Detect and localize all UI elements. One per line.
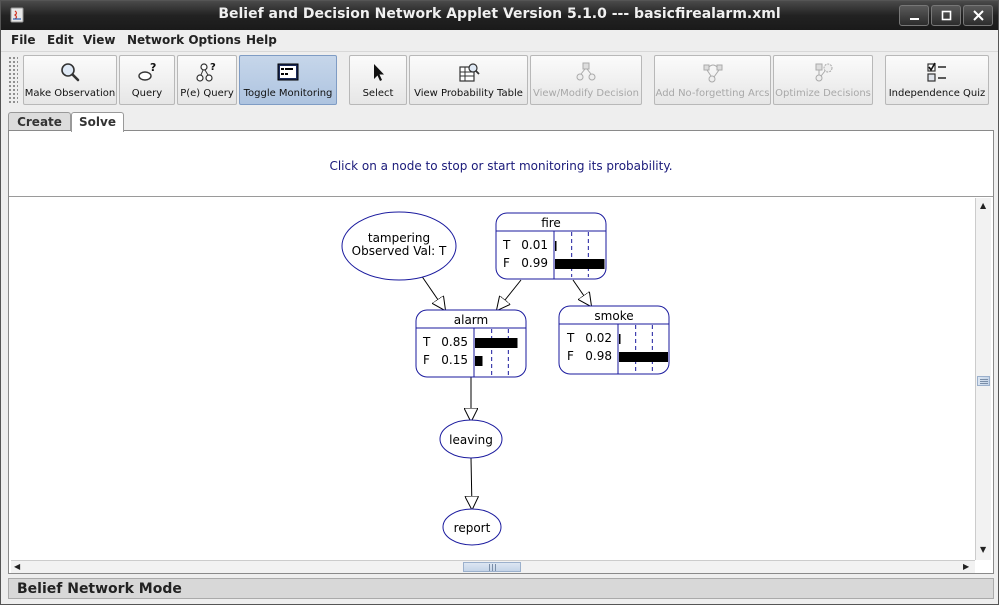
svg-text:?: ? xyxy=(150,61,156,74)
view-modify-decision-button[interactable]: View/Modify Decision xyxy=(530,55,642,105)
node-report[interactable]: report xyxy=(442,508,502,546)
add-noforgetting-arcs-button[interactable]: Add No-forgetting Arcs xyxy=(654,55,771,105)
node-smoke-name: smoke xyxy=(594,309,633,323)
node-fire[interactable]: fire T 0.01 F 0.99 xyxy=(495,212,607,280)
node-tampering[interactable]: tampering Observed Val: T xyxy=(341,211,457,281)
optimize-decisions-button[interactable]: Optimize Decisions xyxy=(773,55,873,105)
independence-quiz-button[interactable]: Independence Quiz xyxy=(885,55,989,105)
minimize-button[interactable] xyxy=(899,5,929,26)
node-alarm-t-label: T xyxy=(422,335,431,349)
node-fire-f-value: 0.99 xyxy=(521,256,548,270)
select-button[interactable]: Select xyxy=(349,55,407,105)
node-alarm-name: alarm xyxy=(454,313,488,327)
vertical-scrollbar[interactable]: ▲ ▼ xyxy=(975,198,991,560)
mode-tabs: Create Solve xyxy=(1,109,998,132)
node-fire-name: fire xyxy=(541,216,561,230)
node-fire-f-bar xyxy=(555,259,605,269)
toolbar-grip[interactable] xyxy=(8,56,18,104)
scroll-left-arrow-icon[interactable]: ◀ xyxy=(14,563,20,571)
node-fire-t-value: 0.01 xyxy=(521,238,548,252)
node-alarm-f-bar xyxy=(475,356,483,366)
maximize-button[interactable] xyxy=(931,5,961,26)
close-button[interactable] xyxy=(963,5,993,26)
node-tampering-observed: Observed Val: T xyxy=(352,244,447,258)
arc-tampering-alarm xyxy=(420,274,445,310)
arc-fire-alarm xyxy=(497,279,522,310)
title-bar[interactable]: Belief and Decision Network Applet Versi… xyxy=(1,1,998,30)
menu-help[interactable]: Help xyxy=(246,33,277,47)
solve-panel: Click on a node to stop or start monitor… xyxy=(8,130,994,574)
network-canvas[interactable]: tampering Observed Val: T fire T 0.01 F … xyxy=(11,198,975,560)
checklist-icon xyxy=(927,62,946,82)
node-alarm-t-bar xyxy=(475,338,518,348)
node-report-name: report xyxy=(454,521,491,535)
decision-node-icon xyxy=(576,62,596,81)
node-alarm-t-value: 0.85 xyxy=(441,335,468,349)
application-window: Belief and Decision Network Applet Versi… xyxy=(0,0,999,605)
toggle-monitoring-button[interactable]: Toggle Monitoring xyxy=(239,55,337,105)
query-node-icon: ? xyxy=(138,61,156,81)
node-leaving-name: leaving xyxy=(449,433,493,447)
scroll-right-arrow-icon[interactable]: ▶ xyxy=(963,563,969,571)
probability-table-icon xyxy=(458,63,480,82)
arrow-cursor-icon xyxy=(374,64,384,81)
node-fire-t-bar xyxy=(555,241,557,251)
status-mode-text: Belief Network Mode xyxy=(17,581,182,597)
belief-network-graph[interactable]: tampering Observed Val: T fire T 0.01 F … xyxy=(11,198,975,560)
node-fire-t-label: T xyxy=(502,238,511,252)
node-alarm[interactable]: alarm T 0.85 F 0.15 xyxy=(415,309,527,378)
toolbar: Make Observation ? Query ? P(e) Query To… xyxy=(1,51,998,107)
monitor-table-icon xyxy=(277,63,299,81)
status-bar: Belief Network Mode xyxy=(8,578,994,599)
node-smoke-f-bar xyxy=(619,352,668,362)
node-smoke[interactable]: smoke T 0.02 F 0.98 xyxy=(558,305,670,375)
node-smoke-t-value: 0.02 xyxy=(585,331,612,345)
arc-leaving-report xyxy=(471,457,472,509)
minimize-icon xyxy=(910,18,919,20)
node-fire-f-label: F xyxy=(503,256,510,270)
node-alarm-f-label: F xyxy=(423,353,430,367)
node-tampering-name: tampering xyxy=(368,231,430,245)
horizontal-scroll-thumb[interactable] xyxy=(463,562,521,572)
node-smoke-t-label: T xyxy=(566,331,575,345)
node-smoke-f-value: 0.98 xyxy=(585,349,612,363)
node-smoke-t-bar xyxy=(619,334,621,344)
maximize-icon xyxy=(941,10,952,21)
horizontal-scrollbar[interactable]: ◀ ▶ xyxy=(11,560,975,573)
close-icon xyxy=(973,10,984,21)
svg-text:?: ? xyxy=(210,62,216,73)
query-button[interactable]: ? Query xyxy=(119,55,175,105)
node-alarm-f-value: 0.15 xyxy=(441,353,468,367)
tab-create[interactable]: Create xyxy=(8,112,71,132)
view-probability-table-button[interactable]: View Probability Table xyxy=(409,55,528,105)
magnifier-icon xyxy=(61,63,80,82)
network-query-icon: ? xyxy=(196,62,216,82)
arc-fire-smoke xyxy=(572,279,591,306)
menu-view[interactable]: View xyxy=(83,33,115,47)
panel-divider xyxy=(9,196,993,197)
menu-edit[interactable]: Edit xyxy=(47,33,74,47)
vertical-scroll-thumb[interactable] xyxy=(977,376,990,386)
scroll-down-arrow-icon[interactable]: ▼ xyxy=(980,546,986,554)
menu-network-options[interactable]: Network Options xyxy=(127,33,241,47)
make-observation-button[interactable]: Make Observation xyxy=(23,55,117,105)
tab-solve[interactable]: Solve xyxy=(71,112,124,132)
optimize-gear-icon xyxy=(815,63,833,82)
scroll-up-arrow-icon[interactable]: ▲ xyxy=(980,202,986,210)
node-leaving[interactable]: leaving xyxy=(439,419,503,459)
menu-file[interactable]: File xyxy=(11,33,36,47)
instruction-message: Click on a node to stop or start monitor… xyxy=(329,159,673,173)
node-smoke-f-label: F xyxy=(567,349,574,363)
arcs-icon xyxy=(703,64,722,83)
window-title: Belief and Decision Network Applet Versi… xyxy=(218,6,781,22)
menu-bar: File Edit View Network Options Help xyxy=(1,30,998,51)
pe-query-button[interactable]: ? P(e) Query xyxy=(177,55,237,105)
